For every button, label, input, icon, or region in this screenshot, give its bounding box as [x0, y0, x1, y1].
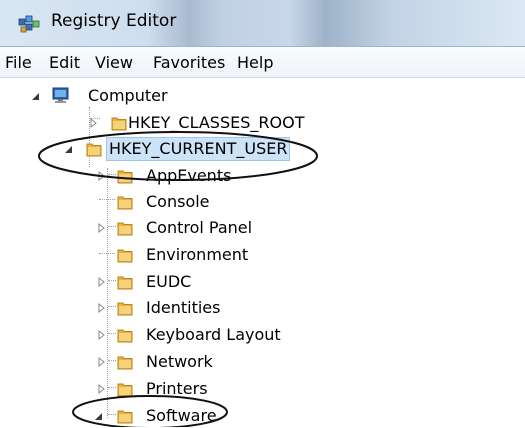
tree-label-console: Console	[146, 192, 210, 211]
tree-guide-line	[107, 168, 108, 418]
expanded-triangle-icon[interactable]	[63, 143, 75, 155]
folder-icon	[117, 276, 133, 290]
expanded-triangle-icon[interactable]	[30, 90, 42, 102]
tree-guide-line	[108, 280, 116, 281]
collapsed-triangle-icon[interactable]	[96, 383, 108, 395]
tree-guide-line	[99, 199, 115, 200]
menu-bar: File Edit View Favorites Help	[0, 47, 525, 78]
folder-icon	[117, 329, 133, 343]
menu-file[interactable]: File	[5, 53, 32, 72]
tree-guide-line	[108, 174, 116, 175]
registry-editor-icon	[18, 15, 40, 33]
folder-icon	[117, 383, 133, 397]
tree-label-computer: Computer	[88, 86, 168, 105]
collapsed-triangle-icon[interactable]	[96, 222, 108, 234]
tree-label-control-panel: Control Panel	[146, 218, 253, 237]
title-bar[interactable]: Registry Editor	[0, 0, 525, 47]
menu-favorites[interactable]: Favorites	[153, 53, 225, 72]
tree-label-printers: Printers	[146, 379, 208, 398]
collapsed-triangle-icon[interactable]	[96, 302, 108, 314]
folder-icon	[86, 143, 102, 157]
tree-guide-line	[108, 226, 116, 227]
menu-help[interactable]: Help	[237, 53, 273, 72]
folder-icon	[117, 222, 133, 236]
menu-view[interactable]: View	[95, 53, 133, 72]
window-title: Registry Editor	[51, 11, 177, 31]
tree-guide-line	[108, 333, 116, 334]
tree-guide-line	[99, 253, 115, 254]
menu-edit[interactable]: Edit	[49, 53, 80, 72]
tree-guide-line	[108, 387, 116, 388]
tree-guide-line	[108, 306, 116, 307]
expanded-triangle-icon[interactable]	[93, 410, 105, 422]
tree-label-network: Network	[146, 352, 213, 371]
folder-icon	[117, 196, 133, 210]
tree-label-appevents: AppEvents	[146, 166, 232, 185]
folder-icon	[117, 356, 133, 370]
tree-guide-line	[108, 414, 116, 415]
folder-icon	[117, 249, 133, 263]
folder-icon	[117, 302, 133, 316]
tree-label-eudc: EUDC	[146, 272, 192, 291]
collapsed-triangle-icon[interactable]	[96, 329, 108, 341]
tree-label-keyboard-layout: Keyboard Layout	[146, 325, 281, 344]
collapsed-triangle-icon[interactable]	[96, 356, 108, 368]
tree-guide-line	[108, 360, 116, 361]
tree-guide-line	[89, 107, 90, 167]
folder-icon	[117, 410, 133, 424]
tree-label-environment: Environment	[146, 245, 249, 264]
tree-label-identities: Identities	[146, 298, 221, 317]
collapsed-triangle-icon[interactable]	[96, 170, 108, 182]
collapsed-triangle-icon[interactable]	[96, 276, 108, 288]
registry-tree[interactable]: Computer HKEY_CLASSES_ROOT HKEY_CURRENT_…	[0, 78, 525, 427]
tree-label-hkey-classes-root: HKEY_CLASSES_ROOT	[128, 113, 305, 132]
collapsed-triangle-icon[interactable]	[88, 117, 100, 129]
folder-icon	[117, 170, 133, 184]
tree-label-hkey-current-user: HKEY_CURRENT_USER	[106, 137, 291, 161]
computer-icon	[52, 87, 69, 103]
tree-label-software: Software	[146, 406, 217, 425]
